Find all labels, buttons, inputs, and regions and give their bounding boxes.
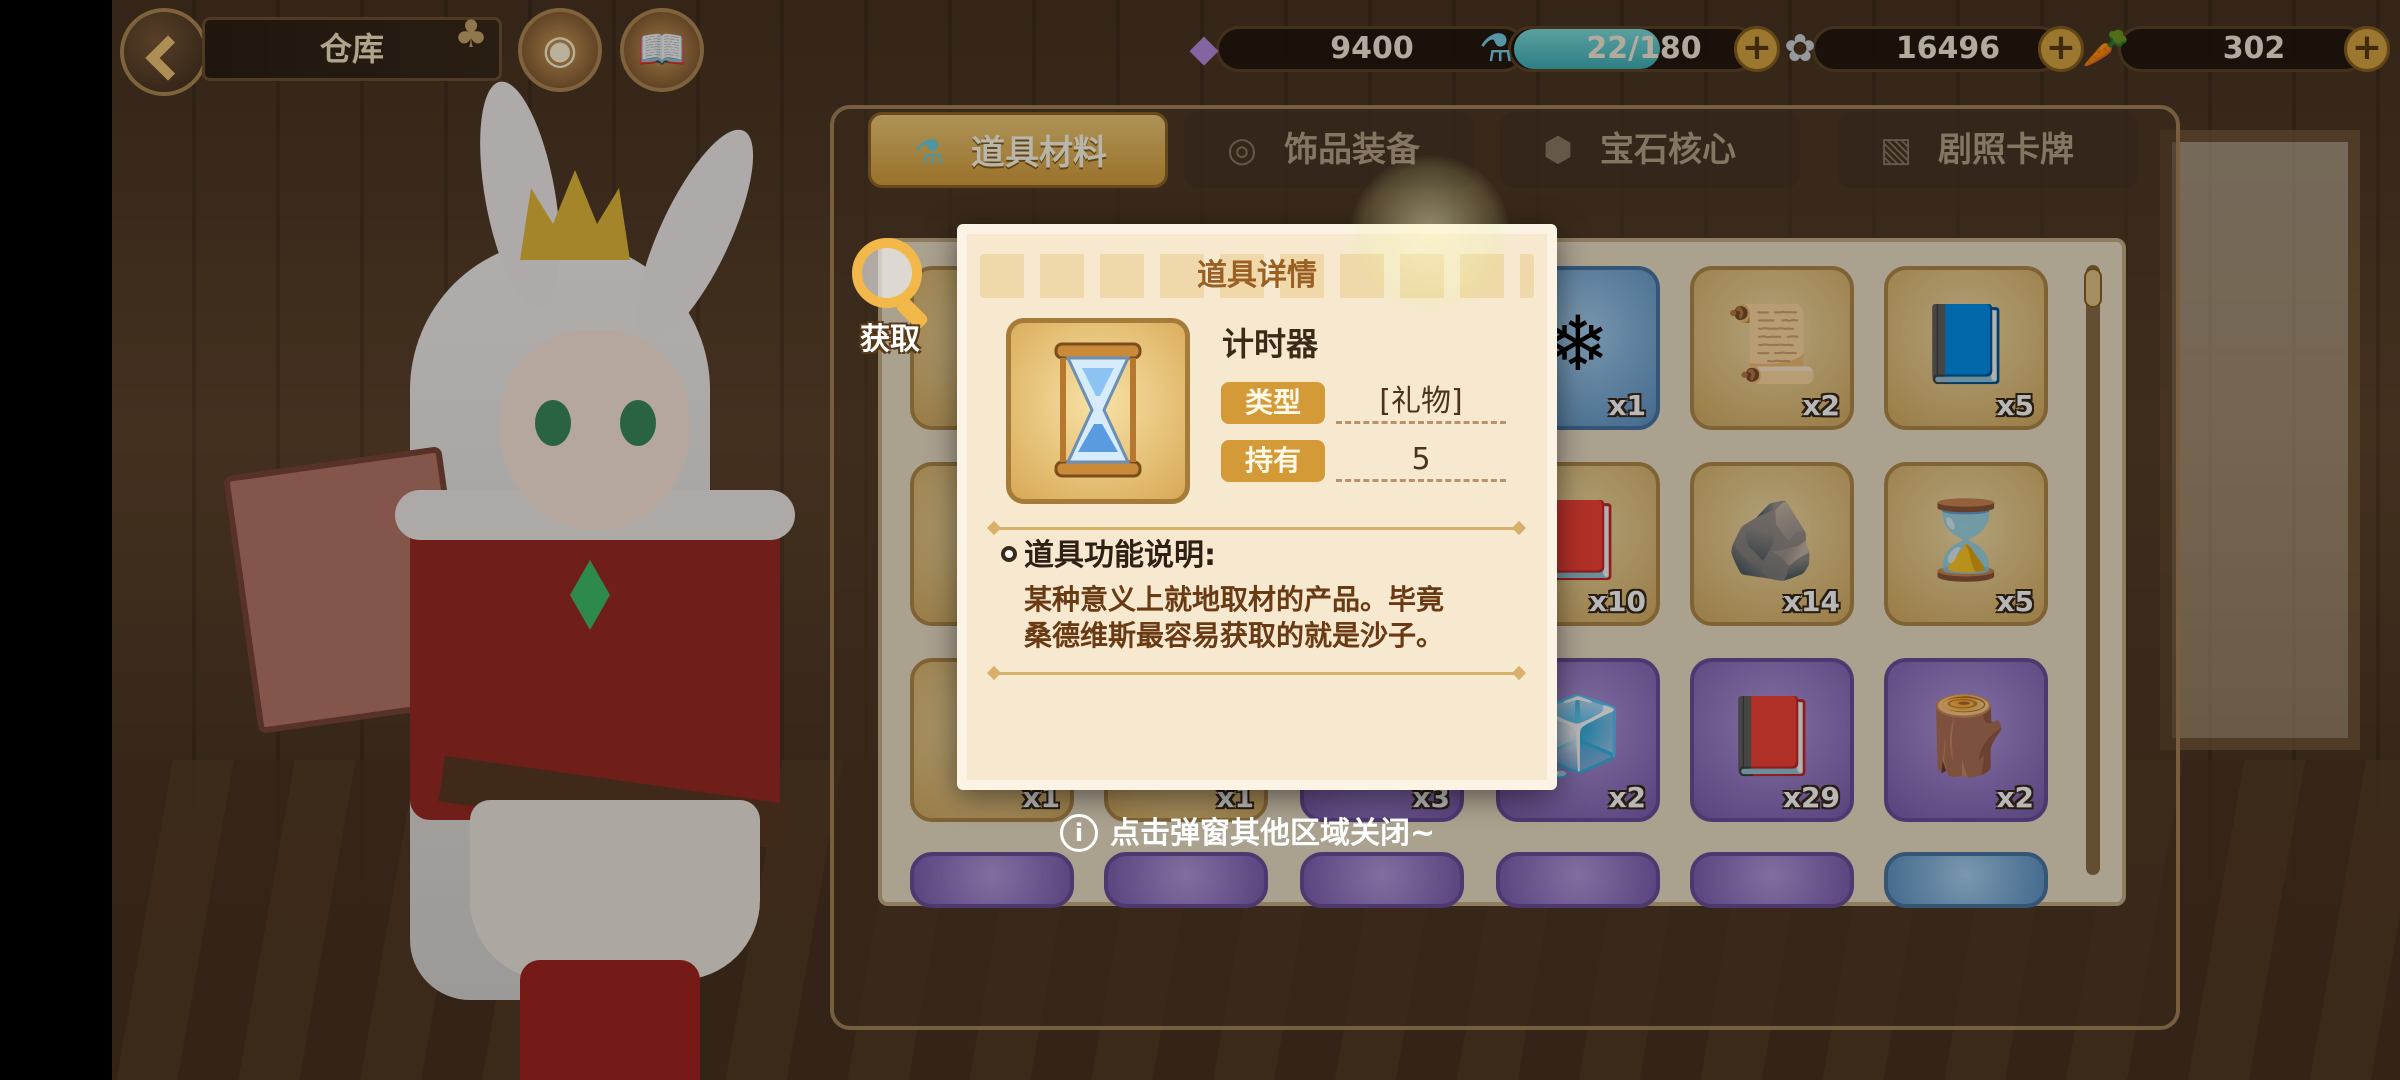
obtain-label: 获取 [860,322,920,357]
type-tag: 类型 [1221,382,1325,424]
bullet-icon [1001,546,1017,562]
magnifier-icon [852,238,922,308]
game-screen: 仓库 ♣ ◉ 📖 ◆ 9400 ⚗ 22/180 + ✿ 16496 + 🥕 3… [0,0,2400,1080]
item-detail-dialog [957,224,1557,790]
description-line: 桑德维斯最容易获取的就是沙子。 [1024,619,1445,652]
obtain-button[interactable]: 获取 [848,238,932,358]
hourglass-icon [1054,342,1142,478]
description-text: 某种意义上就地取材的产品。毕竟 桑德维斯最容易获取的就是沙子。 [1024,582,1524,654]
description-line: 某种意义上就地取材的产品。毕竟 [1024,583,1445,616]
close-hint-text: 点击弹窗其他区域关闭~ [1110,816,1436,851]
type-value: [礼物] [1336,380,1506,424]
divider-bottom [993,672,1520,675]
owned-value: 5 [1336,438,1506,482]
sparkle-glow [1350,155,1510,315]
info-icon: i [1060,814,1098,852]
owned-tag: 持有 [1221,440,1325,482]
letterbox-left [0,0,112,1080]
item-name: 计时器 [1222,325,1319,363]
description-heading: 道具功能说明: [1024,538,1216,573]
divider-top [993,527,1520,530]
